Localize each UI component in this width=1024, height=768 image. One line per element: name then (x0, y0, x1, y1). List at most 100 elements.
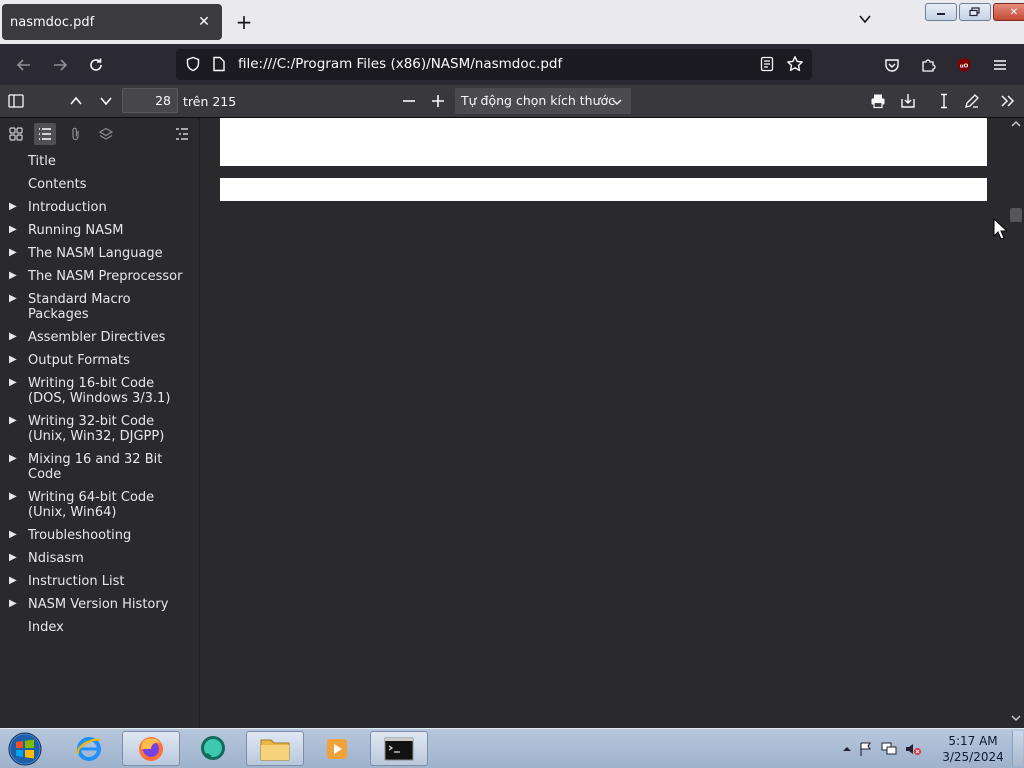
expand-triangle-icon[interactable]: ▶ (9, 527, 17, 542)
expand-triangle-icon[interactable]: ▶ (9, 245, 17, 260)
expand-triangle-icon[interactable]: ▶ (9, 222, 17, 237)
bookmark-star-icon[interactable] (784, 53, 806, 75)
tab-title: nasmdoc.pdf (10, 14, 95, 30)
window-close-button[interactable]: ✕ (993, 3, 1024, 21)
outline-list-icon[interactable] (34, 123, 56, 145)
expand-triangle-icon[interactable]: ▶ (9, 573, 17, 588)
previous-page-icon[interactable] (64, 89, 88, 113)
outline-item[interactable]: Title (0, 152, 200, 171)
zoom-out-icon[interactable] (397, 89, 421, 113)
outline-item-label: Instruction List (28, 574, 125, 589)
outline-item[interactable]: ▶ Mixing 16 and 32 Bit Code (0, 450, 200, 484)
tab-close-icon[interactable]: ✕ (194, 14, 214, 30)
current-outline-item-icon[interactable] (171, 123, 193, 145)
pdf-toolbar: 28 trên 215 Tự động chọn kích thước (0, 85, 1024, 118)
url-bar[interactable]: file:///C:/Program Files (x86)/NASM/nasm… (176, 49, 812, 80)
volume-muted-icon[interactable] (904, 741, 922, 757)
outline-item[interactable]: ▶ Running NASM (0, 221, 200, 240)
outline-item[interactable]: ▶ The NASM Preprocessor (0, 267, 200, 286)
new-tab-icon[interactable]: + (233, 11, 255, 33)
outline-item-label: Running NASM (28, 223, 124, 238)
expand-triangle-icon[interactable]: ▶ (9, 352, 17, 367)
network-icon[interactable] (880, 741, 898, 757)
taskbar-firefox[interactable] (122, 731, 180, 766)
expand-triangle-icon[interactable]: ▶ (9, 596, 17, 611)
expand-triangle-icon[interactable]: ▶ (9, 550, 17, 565)
outline-item-label: Writing 16-bit Code (DOS, Windows 3/3.1) (28, 376, 171, 406)
outline-item[interactable]: ▶ Instruction List (0, 572, 200, 591)
document-outline: Title Contents ▶ Introduction ▶ Running NASM ▶… (0, 152, 200, 641)
system-clock[interactable]: 5:17 AM 3/25/2024 (942, 733, 1004, 765)
outline-item[interactable]: Index (0, 618, 200, 637)
action-center-flag-icon[interactable] (858, 741, 874, 757)
expand-triangle-icon[interactable]: ▶ (9, 375, 17, 390)
taskbar-file-explorer[interactable] (246, 731, 304, 766)
save-download-icon[interactable] (896, 89, 920, 113)
taskbar-command-prompt[interactable] (370, 731, 428, 766)
tab-nasmdoc[interactable]: nasmdoc.pdf ✕ (2, 4, 222, 40)
attachments-paperclip-icon[interactable] (65, 123, 87, 145)
scroll-down-arrow-icon[interactable] (1010, 714, 1022, 726)
outline-item-label: Standard Macro Packages (28, 292, 131, 322)
clock-time: 5:17 AM (948, 734, 998, 748)
show-hidden-icons-icon[interactable] (842, 744, 852, 754)
zoom-scale-select[interactable]: Tự động chọn kích thước (455, 88, 631, 114)
outline-item[interactable]: ▶ Writing 32-bit Code (Unix, Win32, DJGPP… (0, 412, 200, 446)
outline-item[interactable]: ▶ The NASM Language (0, 244, 200, 263)
outline-item[interactable]: ▶ Assembler Directives (0, 328, 200, 347)
print-icon[interactable] (866, 89, 890, 113)
expand-triangle-icon[interactable]: ▶ (9, 199, 17, 214)
page-number-input[interactable]: 28 (122, 88, 178, 113)
expand-triangle-icon[interactable]: ▶ (9, 451, 17, 466)
draw-pencil-icon[interactable] (960, 89, 984, 113)
expand-triangle-icon[interactable]: ▶ (9, 329, 17, 344)
pocket-icon[interactable] (880, 53, 904, 77)
ublock-origin-icon[interactable]: uO (952, 53, 976, 77)
outline-item[interactable]: ▶ Writing 64-bit Code (Unix, Win64) (0, 488, 200, 522)
scroll-thumb[interactable] (1010, 208, 1022, 222)
outline-item[interactable]: ▶ NASM Version History (0, 595, 200, 614)
back-icon[interactable] (12, 53, 36, 77)
minimize-button[interactable] (925, 3, 957, 21)
outline-item[interactable]: ▶ Standard Macro Packages (0, 290, 200, 324)
restore-button[interactable] (959, 3, 991, 21)
forward-icon[interactable] (48, 53, 72, 77)
outline-item[interactable]: ▶ Troubleshooting (0, 526, 200, 545)
command-prompt-icon (384, 737, 414, 760)
reader-view-icon[interactable] (756, 53, 778, 75)
pdf-page (220, 118, 987, 166)
layers-icon[interactable] (95, 123, 117, 145)
thumbnails-grid-icon[interactable] (5, 123, 27, 145)
scroll-up-arrow-icon[interactable] (1010, 120, 1022, 132)
list-all-tabs-icon[interactable] (855, 12, 875, 32)
expand-triangle-icon[interactable]: ▶ (9, 268, 17, 283)
start-button[interactable] (4, 730, 46, 768)
tools-double-chevron-icon[interactable] (996, 89, 1020, 113)
outline-item[interactable]: ▶ Ndisasm (0, 549, 200, 568)
sidebar-toggle-icon[interactable] (4, 89, 28, 113)
expand-triangle-icon[interactable]: ▶ (9, 413, 17, 428)
next-page-icon[interactable] (94, 89, 118, 113)
expand-triangle-icon[interactable]: ▶ (9, 291, 17, 306)
zoom-in-icon[interactable] (426, 89, 450, 113)
taskbar-app-bubble[interactable] (184, 731, 242, 766)
media-player-icon (327, 738, 347, 759)
reload-icon[interactable] (84, 53, 108, 77)
outline-item-label: NASM Version History (28, 597, 169, 612)
clock-date: 3/25/2024 (942, 750, 1004, 764)
tracking-protection-shield-icon[interactable] (182, 53, 204, 75)
pdf-viewer[interactable] (200, 118, 1024, 728)
text-cursor-icon[interactable] (932, 89, 956, 113)
vertical-scrollbar[interactable] (1008, 118, 1024, 728)
extensions-puzzle-icon[interactable] (916, 53, 940, 77)
outline-item[interactable]: ▶ Introduction (0, 198, 200, 217)
expand-triangle-icon[interactable]: ▶ (9, 489, 17, 504)
outline-item[interactable]: Contents (0, 175, 200, 194)
menu-hamburger-icon[interactable] (988, 53, 1012, 77)
show-desktop-button[interactable] (1012, 731, 1023, 766)
taskbar-media-player[interactable] (308, 731, 366, 766)
outline-item[interactable]: ▶ Writing 16-bit Code (DOS, Windows 3/3.1… (0, 374, 200, 408)
outline-item-label: Writing 32-bit Code (Unix, Win32, DJGPP) (28, 414, 165, 444)
outline-item[interactable]: ▶ Output Formats (0, 351, 200, 370)
taskbar-internet-explorer[interactable] (60, 731, 118, 766)
